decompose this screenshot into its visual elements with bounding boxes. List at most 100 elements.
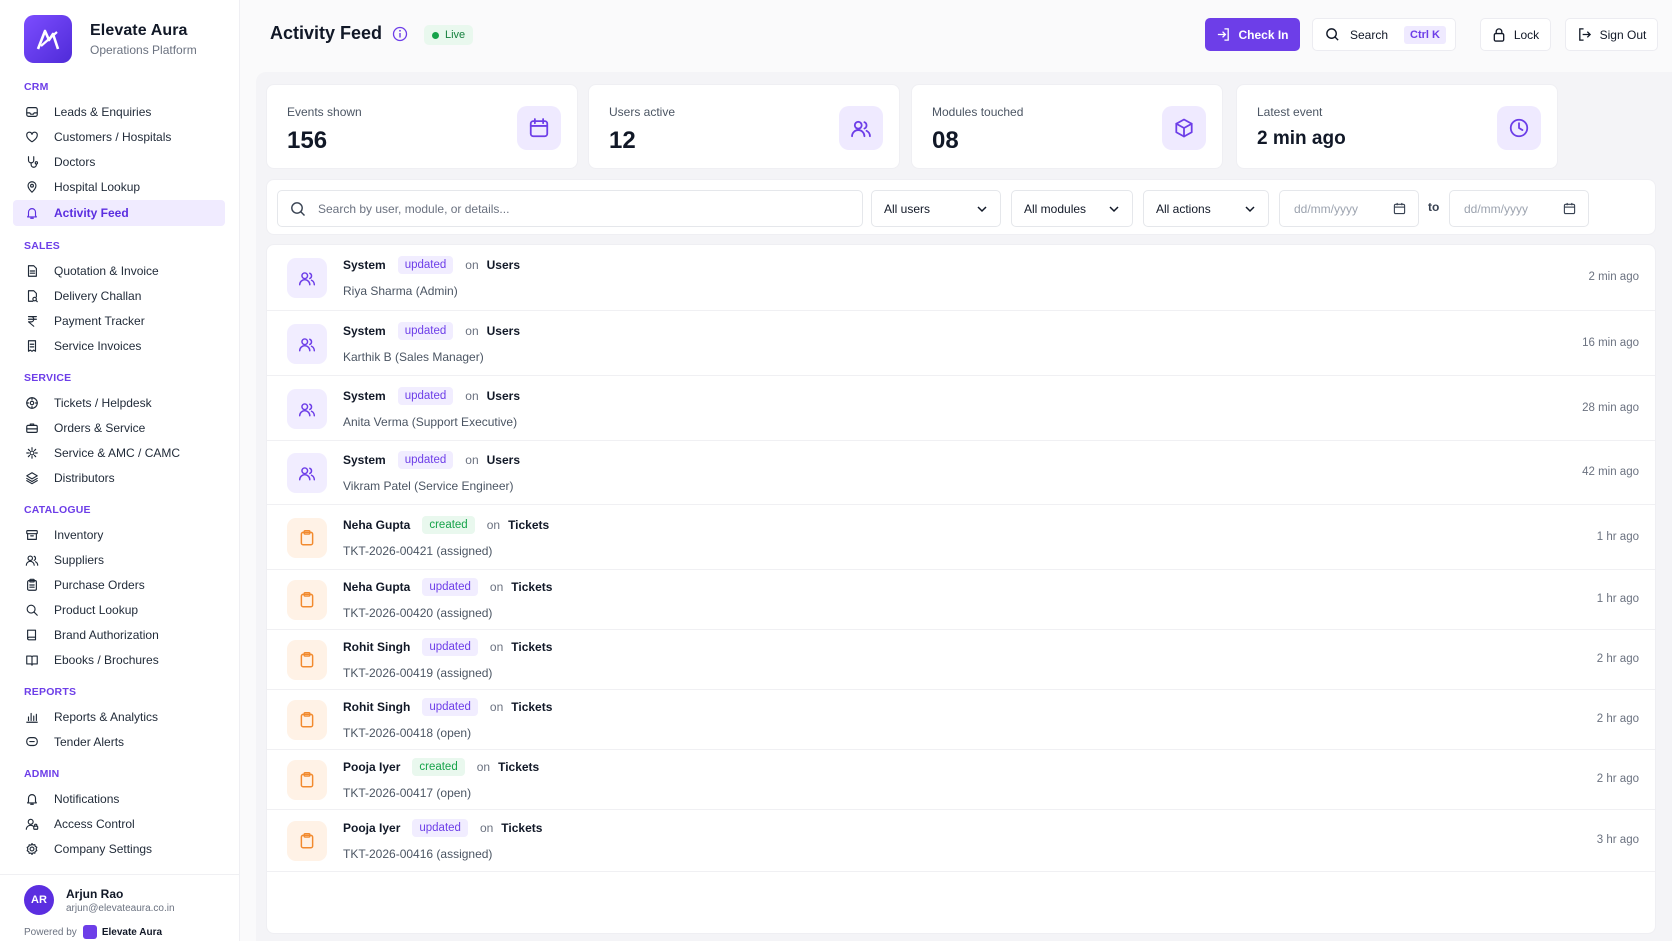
feed-search[interactable] (277, 190, 863, 227)
feed-row[interactable]: Pooja Iyer updated on Tickets TKT-2026-00416… (267, 810, 1655, 872)
sidebar-item-purchase-orders[interactable]: Purchase Orders (13, 572, 225, 597)
sidebar-item-label: Inventory (54, 527, 104, 542)
live-badge: Live (424, 25, 474, 45)
sidebar-item-label: Brand Authorization (54, 627, 159, 642)
feed-row[interactable]: System updated on Users Karthik B (Sales Man… (267, 311, 1655, 376)
sidebar-item-service-invoices[interactable]: Service Invoices (13, 333, 225, 358)
sidebar-item-service-amc-camc[interactable]: Service & AMC / CAMC (13, 440, 225, 465)
feed-row[interactable]: Neha Gupta created on Tickets TKT-2026-00421… (267, 505, 1655, 570)
feed-on-text: on (465, 258, 479, 272)
powered-by-prefix: Powered by (24, 926, 77, 938)
date-to-input[interactable]: dd/mm/yyyy (1449, 190, 1589, 227)
sidebar-item-orders-service[interactable]: Orders & Service (13, 415, 225, 440)
sidebar-item-payment-tracker[interactable]: Payment Tracker (13, 308, 225, 333)
feed-row[interactable]: Rohit Singh updated on Tickets TKT-2026-0041… (267, 630, 1655, 690)
stat-value: 08 (932, 127, 959, 154)
sign-out-button[interactable]: Sign Out (1565, 18, 1658, 51)
sidebar-item-label: Doctors (54, 154, 96, 169)
sidebar-item-tickets-helpdesk[interactable]: Tickets / Helpdesk (13, 390, 225, 415)
check-in-button[interactable]: Check In (1205, 18, 1300, 51)
nav-section-title: ADMIN (24, 768, 60, 780)
sidebar-item-delivery-challan[interactable]: Delivery Challan (13, 283, 225, 308)
brand-logo (24, 15, 72, 63)
feed-row[interactable]: System updated on Users Vikram Patel (Servic… (267, 441, 1655, 505)
feed-row[interactable]: Pooja Iyer created on Tickets TKT-2026-00417… (267, 750, 1655, 810)
powered-by: Powered by Elevate Aura (24, 925, 162, 939)
stat-label: Users active (609, 105, 676, 119)
feed-detail: TKT-2026-00421 (assigned) (343, 544, 493, 558)
main-content: Events shown 156 Users active 12 Modules tou… (256, 72, 1672, 941)
clipboard-icon (287, 821, 327, 861)
login-icon (1218, 28, 1230, 41)
feed-row[interactable]: Rohit Singh updated on Tickets TKT-2026-0041… (267, 690, 1655, 750)
sidebar-item-ebooks-brochures[interactable]: Ebooks / Brochures (13, 647, 225, 672)
file-search-icon (25, 289, 54, 303)
feed-timestamp: 2 min ago (1588, 271, 1639, 283)
sidebar-item-customers-hospitals[interactable]: Customers / Hospitals (13, 124, 225, 149)
feed-detail: Riya Sharma (Admin) (343, 284, 458, 298)
feed-row[interactable]: Neha Gupta updated on Tickets TKT-2026-00420… (267, 570, 1655, 630)
sidebar-item-product-lookup[interactable]: Product Lookup (13, 597, 225, 622)
sidebar-item-company-settings[interactable]: Company Settings (13, 836, 225, 861)
feed-row[interactable]: System updated on Users Riya Sharma (Admin) 2… (267, 245, 1655, 311)
sidebar-item-reports-analytics[interactable]: Reports & Analytics (13, 704, 225, 729)
sidebar-item-quotation-invoice[interactable]: Quotation & Invoice (13, 258, 225, 283)
sidebar-item-doctors[interactable]: Doctors (13, 149, 225, 174)
action-badge: updated (422, 638, 478, 656)
feed-actor: System (343, 389, 386, 403)
user-profile[interactable]: AR Arjun Rao arjun@elevateaura.co.in (24, 885, 175, 915)
feed-search-input[interactable] (318, 201, 838, 216)
sidebar-item-distributors[interactable]: Distributors (13, 465, 225, 490)
sidebar-item-notifications[interactable]: Notifications (13, 786, 225, 811)
search-shortcut: Ctrl K (1404, 25, 1446, 44)
feed-row[interactable]: System updated on Users Anita Verma (Support… (267, 376, 1655, 441)
feed-detail: TKT-2026-00420 (assigned) (343, 606, 493, 620)
book-open-icon (25, 653, 54, 667)
sidebar-item-leads-enquiries[interactable]: Leads & Enquiries (13, 99, 225, 124)
chevron-down-icon (1245, 205, 1255, 212)
sidebar-item-access-control[interactable]: Access Control (13, 811, 225, 836)
feed-detail: TKT-2026-00417 (open) (343, 786, 472, 800)
lock-button[interactable]: Lock (1480, 18, 1551, 51)
feed-module: Tickets (511, 580, 553, 594)
book-icon (25, 628, 54, 642)
heart-icon (25, 130, 54, 144)
check-in-label: Check In (1238, 27, 1289, 42)
feed-on-text: on (465, 389, 479, 403)
sign-out-label: Sign Out (1599, 27, 1647, 42)
sidebar-item-activity-feed[interactable]: Activity Feed (13, 200, 225, 226)
feed-module: Users (486, 389, 520, 403)
date-from-input[interactable]: dd/mm/yyyy (1279, 190, 1419, 227)
modules-filter-select[interactable]: All modules (1011, 190, 1133, 227)
feed-timestamp: 2 hr ago (1596, 773, 1639, 785)
settings-icon (25, 446, 54, 460)
sidebar-item-tender-alerts[interactable]: Tender Alerts (13, 729, 225, 754)
stat-label: Latest event (1257, 105, 1323, 119)
actions-filter-select[interactable]: All actions (1143, 190, 1269, 227)
sidebar-item-suppliers[interactable]: Suppliers (13, 547, 225, 572)
users-icon (287, 324, 327, 364)
users-icon (287, 389, 327, 429)
sidebar-item-inventory[interactable]: Inventory (13, 522, 225, 547)
sidebar-item-brand-authorization[interactable]: Brand Authorization (13, 622, 225, 647)
sidebar-item-hospital-lookup[interactable]: Hospital Lookup (13, 174, 225, 199)
users-icon (25, 553, 54, 567)
feed-on-text: on (476, 760, 491, 774)
feed-timestamp: 42 min ago (1582, 466, 1639, 478)
feed-timestamp: 1 hr ago (1596, 531, 1639, 543)
feed-row-summary: Neha Gupta created on Tickets (343, 516, 549, 534)
search-icon (25, 603, 54, 617)
sidebar-nav: CRM Leads & Enquiries Customers / Hospital… (13, 76, 225, 861)
feed-on-text: on (486, 518, 501, 532)
global-search-button[interactable]: Search Ctrl K (1312, 18, 1456, 51)
info-icon[interactable] (392, 26, 408, 47)
brand[interactable]: Elevate Aura Operations Platform (24, 15, 197, 63)
feed-detail: Vikram Patel (Service Engineer) (343, 479, 514, 493)
feed-actor: Rohit Singh (343, 700, 411, 714)
stats-row: Events shown 156 Users active 12 Modules tou… (266, 84, 1656, 169)
feed-module: Users (486, 258, 520, 272)
users-filter-select[interactable]: All users (871, 190, 1001, 227)
sidebar-item-label: Payment Tracker (54, 313, 145, 328)
calendar-icon (1563, 202, 1576, 215)
page-title: Activity Feed (270, 23, 383, 43)
